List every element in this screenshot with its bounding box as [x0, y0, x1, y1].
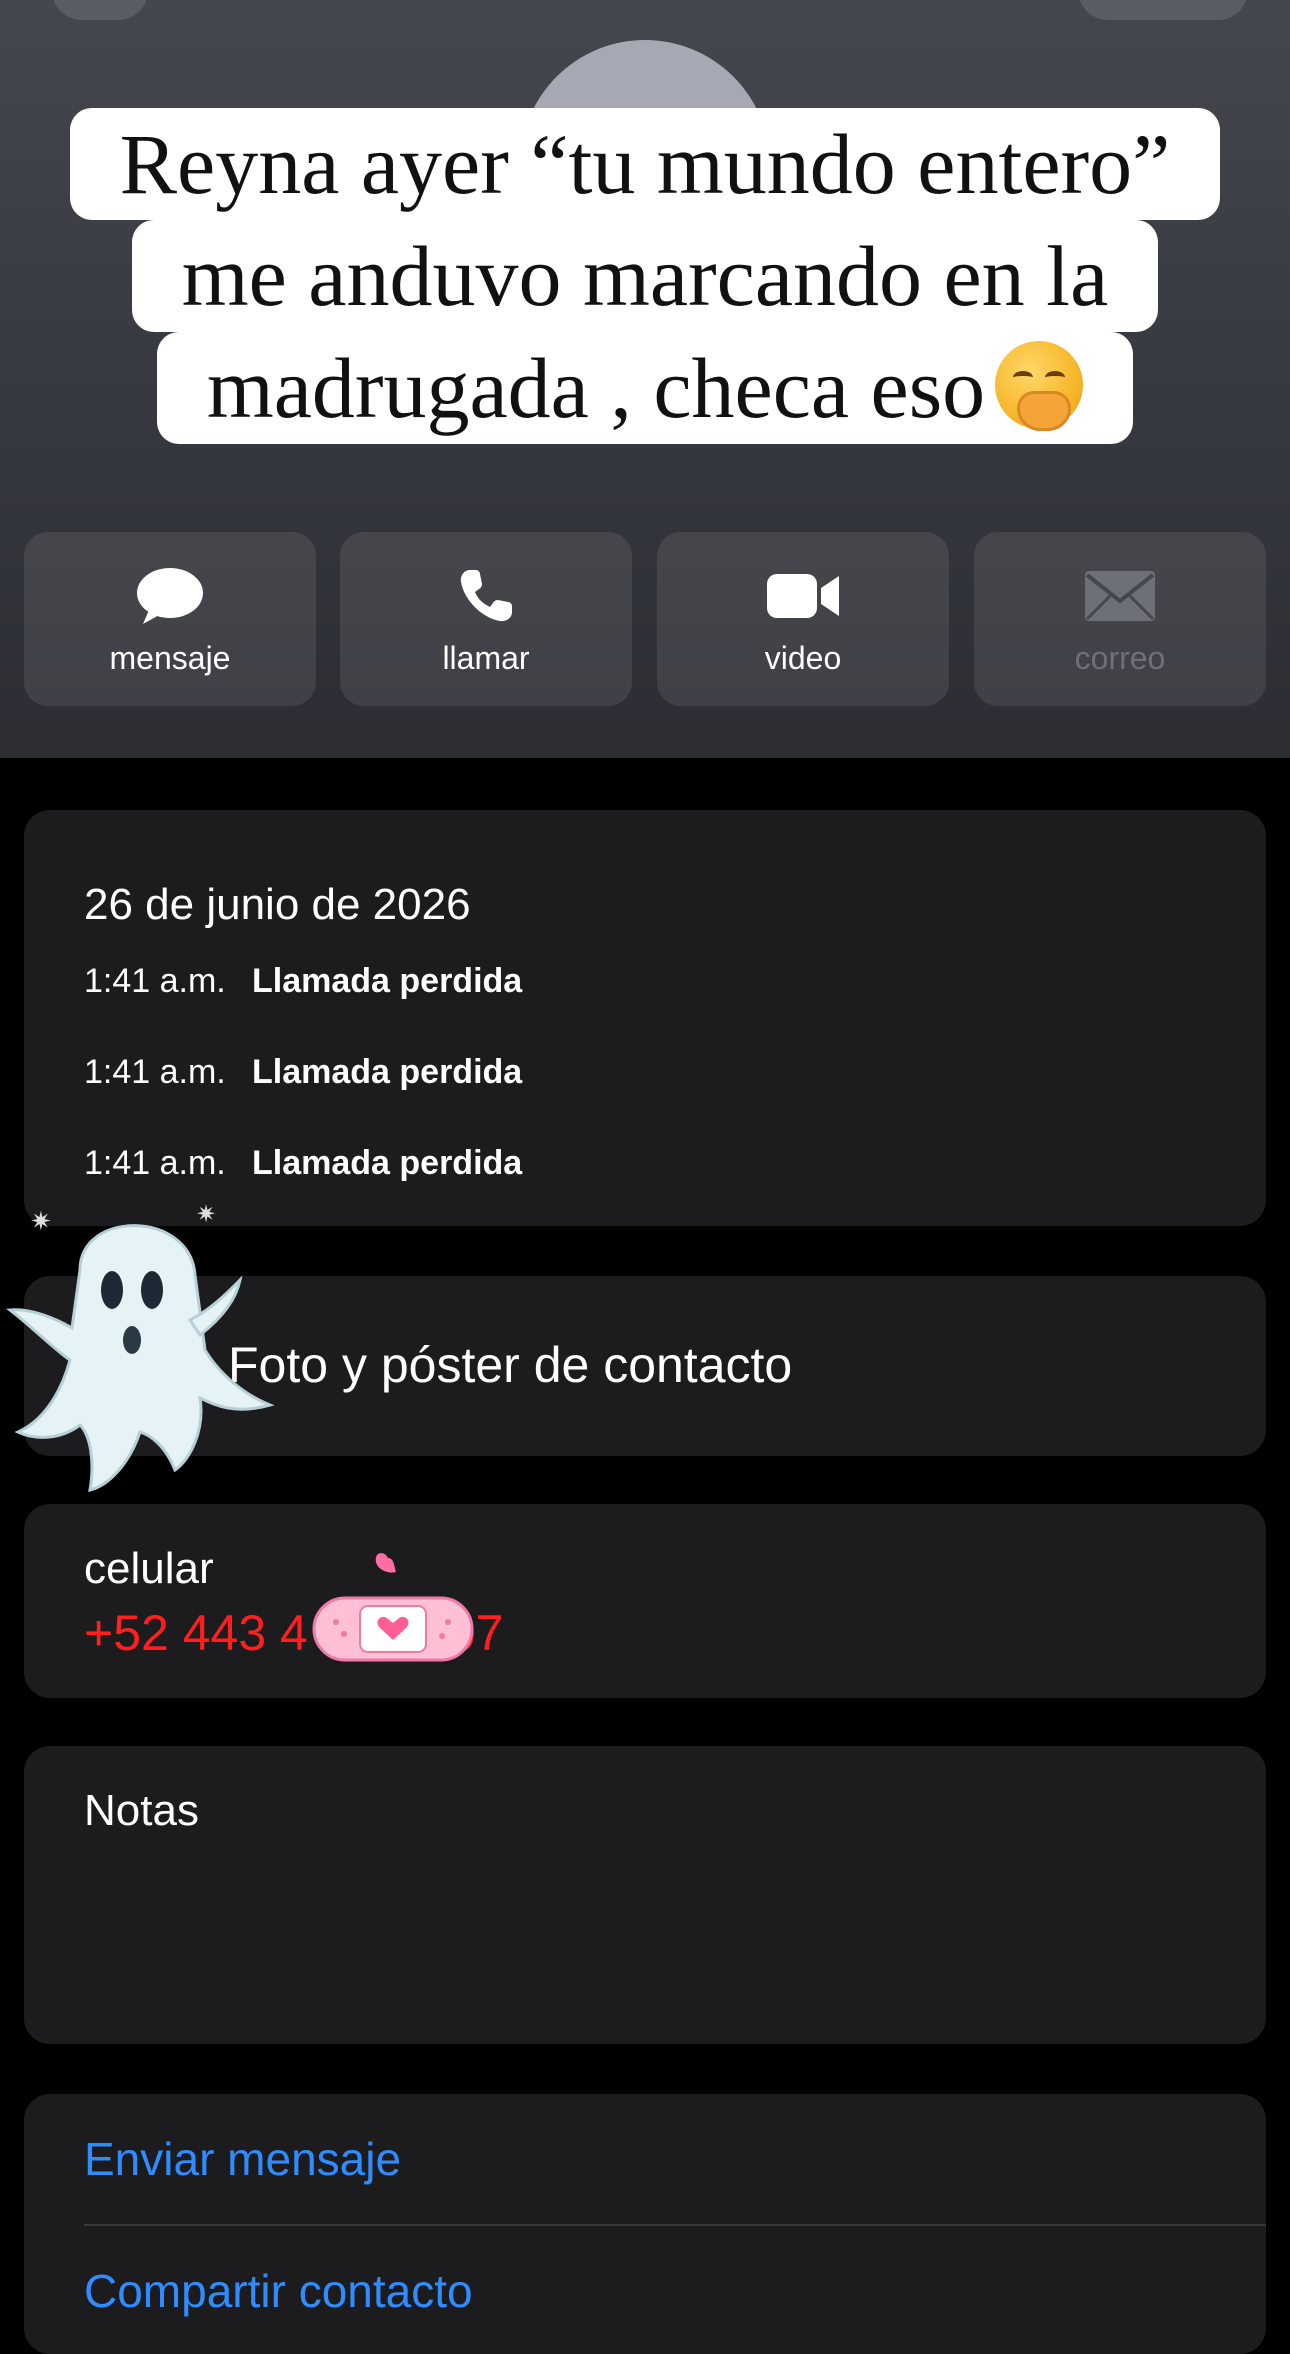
phone-card[interactable]: celular +52 443 4 07 [24, 1504, 1266, 1698]
contact-poster-label: Foto y póster de contacto [228, 1337, 793, 1393]
divider [84, 2224, 1266, 2226]
notes-card[interactable]: Notas [24, 1746, 1266, 2044]
message-bubble-icon [24, 564, 316, 628]
heart-bandage-sticker-icon [312, 1553, 474, 1662]
caption-line-1: Reyna ayer “tu mundo entero” [69, 108, 1221, 220]
caption-line-3: madrugada , checa eso [206, 340, 986, 436]
svg-text:✷: ✷ [30, 1206, 52, 1236]
message-button-label: mensaje [109, 640, 231, 676]
svg-text:✷: ✷ [196, 1201, 216, 1228]
call-status: Llamada perdida [252, 962, 523, 1000]
ghost-sticker-icon: ✷ ✷ [6, 1201, 275, 1493]
call-entry: 1:41 a.m. Llamada perdida [84, 962, 522, 1001]
call-entry: 1:41 a.m. Llamada perdida [84, 1144, 522, 1183]
video-button[interactable]: video [657, 532, 949, 706]
call-status: Llamada perdida [252, 1144, 523, 1182]
caption-line-2: me anduvo marcando en la [131, 220, 1159, 332]
edit-button[interactable] [1078, 0, 1248, 20]
call-entry: 1:41 a.m. Llamada perdida [84, 1053, 522, 1092]
mail-button[interactable]: correo [974, 532, 1266, 706]
share-contact-link[interactable]: Compartir contacto [84, 2264, 473, 2318]
mail-icon [974, 564, 1266, 628]
video-button-label: video [764, 640, 842, 676]
call-button[interactable]: llamar [340, 532, 632, 706]
contact-header: Reyna ayer “tu mundo entero” me anduvo m… [0, 0, 1290, 758]
message-button[interactable]: mensaje [24, 532, 316, 706]
call-time: 1:41 a.m. [84, 1053, 226, 1091]
overlay-caption: Reyna ayer “tu mundo entero” me anduvo m… [30, 108, 1260, 444]
call-time: 1:41 a.m. [84, 1144, 226, 1182]
phone-label: celular [84, 1544, 214, 1593]
action-buttons: mensaje llamar video correo [24, 532, 1266, 706]
call-time: 1:41 a.m. [84, 962, 226, 1000]
call-history-card: 26 de junio de 2026 1:41 a.m. Llamada per… [24, 810, 1266, 1226]
yawning-face-emoji-icon [995, 341, 1084, 431]
send-message-link[interactable]: Enviar mensaje [84, 2132, 401, 2186]
notes-label: Notas [84, 1786, 199, 1835]
back-button[interactable] [52, 0, 148, 20]
actions-list-card: Enviar mensaje Compartir contacto [24, 2094, 1266, 2354]
mail-button-label: correo [1074, 640, 1166, 676]
call-status: Llamada perdida [252, 1053, 523, 1091]
phone-number-start: +52 443 4 [84, 1605, 308, 1661]
video-camera-icon [657, 564, 949, 628]
call-button-label: llamar [442, 640, 530, 676]
call-date: 26 de junio de 2026 [84, 880, 471, 929]
phone-icon [340, 564, 632, 628]
